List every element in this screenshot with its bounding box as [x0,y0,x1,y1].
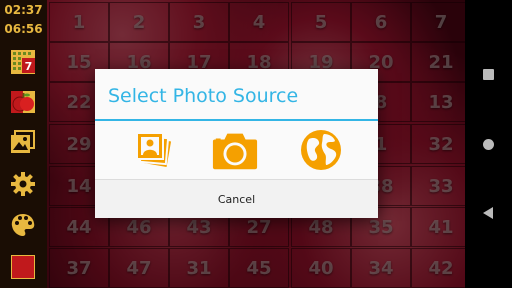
select-photo-source-dialog: Select Photo Source Cancel [95,69,378,218]
home-icon[interactable] [479,135,497,153]
dialog-button-bar: Cancel [95,179,378,218]
dialog-title: Select Photo Source [108,85,299,107]
color-swatch-fill [11,255,35,279]
clock-secondary: 06:56 [4,22,43,36]
picture-icon[interactable] [9,128,37,156]
color-swatch[interactable] [9,253,37,281]
palette-icon[interactable] [9,211,37,239]
camera-icon[interactable] [211,127,259,173]
system-nav-bar [465,0,512,288]
title-divider [95,119,378,121]
cancel-button[interactable]: Cancel [95,180,378,218]
gallery-photos-icon[interactable] [129,127,177,173]
globe-icon[interactable] [297,127,345,173]
calendar-badge: 7 [25,60,33,73]
clock-primary: 02:37 [4,3,43,17]
recent-apps-icon[interactable] [479,65,497,83]
gear-icon[interactable] [9,170,37,198]
calendar-icon[interactable]: 7 [9,48,37,76]
back-icon[interactable] [479,204,497,222]
apple-book-icon[interactable] [9,88,37,116]
sidebar: 02:37 06:56 7 [0,0,48,288]
